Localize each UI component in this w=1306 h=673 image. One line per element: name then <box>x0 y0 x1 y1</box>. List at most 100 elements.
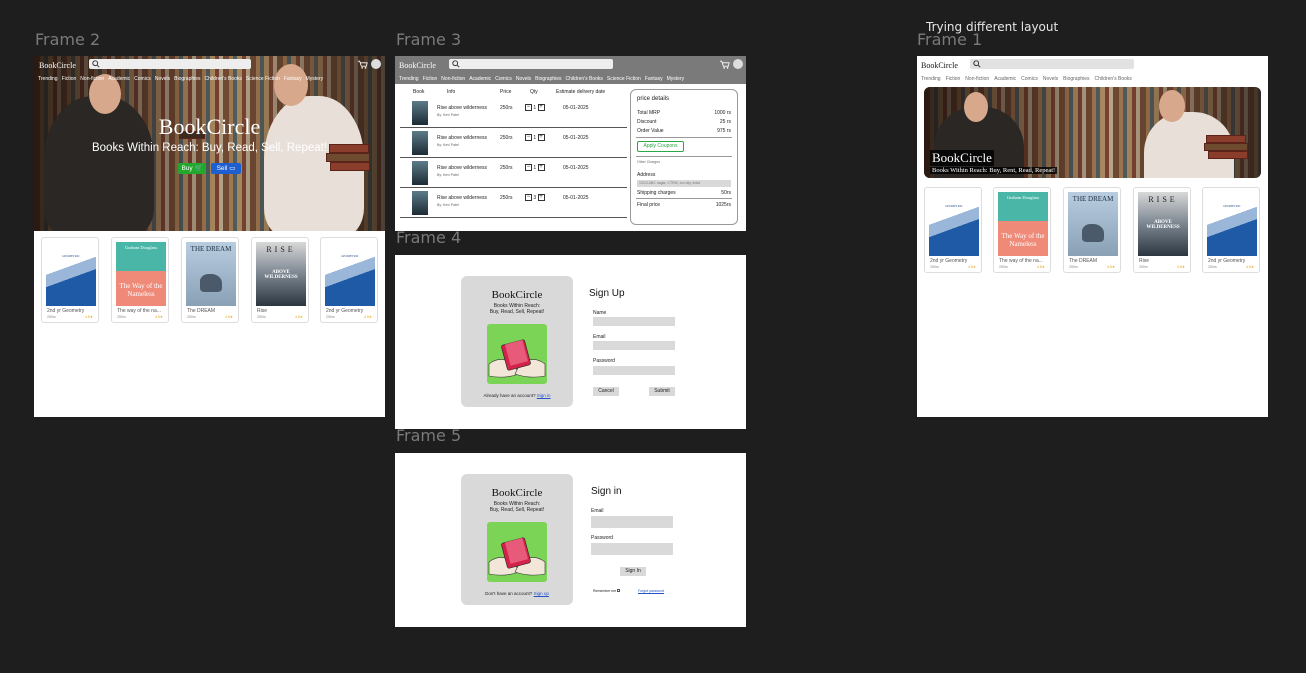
email-field[interactable] <box>593 341 675 350</box>
item-author: By: Kevi Patel <box>437 113 459 117</box>
book-price: 250rs <box>187 315 196 319</box>
qty-value: 1 <box>533 134 537 141</box>
sell-button[interactable]: Sell ▭ <box>211 163 241 174</box>
delivery-date: 05-01-2025 <box>563 105 589 111</box>
design-note: Trying different layout <box>926 20 1059 34</box>
category-link[interactable]: Children's Books <box>566 76 603 82</box>
cart-icon[interactable] <box>358 60 368 69</box>
minus-button[interactable]: − <box>525 164 532 171</box>
book-title: Rise <box>1139 258 1150 264</box>
cart-small-icon: 🛒 <box>194 165 203 172</box>
qty-stepper[interactable]: − 3 + <box>525 194 545 201</box>
avatar-icon[interactable] <box>733 59 743 69</box>
category-link[interactable]: Non-fiction <box>965 76 989 82</box>
book-card[interactable]: GEOMETRIC 2nd yr Geometry 250rs 4.5★ <box>41 237 99 323</box>
book-card[interactable]: Graham Douglass The Way of the Nameless Th… <box>111 237 169 323</box>
remember-me[interactable]: Remember me <box>593 589 621 593</box>
brand-logo: BookCircle <box>491 289 543 301</box>
category-link[interactable]: Biographies <box>1063 76 1089 82</box>
address-field[interactable]: 12/13 ABC nagar, CTRM, xxx city, india <box>637 180 731 187</box>
submit-button[interactable]: Submit <box>649 387 675 396</box>
search-input[interactable] <box>89 59 251 69</box>
category-link[interactable]: Biographies <box>535 76 561 82</box>
qty-stepper[interactable]: − 1 + <box>525 134 545 141</box>
plus-button[interactable]: + <box>537 134 545 141</box>
cart-icon[interactable] <box>720 60 730 69</box>
book-card[interactable]: THE DREAM The DREAM 250rs 4.5★ <box>181 237 239 323</box>
brand-logo[interactable]: BookCircle <box>399 61 436 70</box>
book-price: 250rs <box>257 315 266 319</box>
category-link[interactable]: Trending <box>38 76 58 82</box>
buy-button[interactable]: Buy 🛒 <box>178 163 206 174</box>
book-card[interactable]: RISE ABOVE WILDERNESS Rise 250rs 4.5★ <box>1133 187 1191 273</box>
tagline-line-2: Buy, Read, Sell, Repeat! <box>489 507 545 513</box>
signup-footer: Already have an account? Sign in <box>461 393 573 398</box>
category-link[interactable]: Non-fiction <box>441 76 465 82</box>
category-link[interactable]: Trending <box>921 76 941 82</box>
category-link[interactable]: Mystery <box>667 76 685 82</box>
minus-button[interactable]: − <box>525 194 532 201</box>
signin-link[interactable]: Sign in <box>537 393 551 398</box>
category-nav: Trending Fiction Non-fiction Academic Comics… <box>38 76 323 82</box>
brand-logo[interactable]: BookCircle <box>39 61 76 70</box>
category-link[interactable]: Mystery <box>306 76 324 82</box>
category-link[interactable]: Science Fiction <box>246 76 280 82</box>
brand-logo[interactable]: BookCircle <box>921 61 958 70</box>
plus-button[interactable]: + <box>537 194 545 201</box>
category-link[interactable]: Trending <box>399 76 419 82</box>
category-link[interactable]: Children's Books <box>1095 76 1132 82</box>
minus-button[interactable]: − <box>525 134 532 141</box>
category-link[interactable]: Fantasy <box>284 76 302 82</box>
email-field[interactable] <box>591 516 673 528</box>
plus-button[interactable]: + <box>537 104 545 111</box>
search-input[interactable] <box>970 59 1134 69</box>
minus-button[interactable]: − <box>525 104 532 111</box>
password-field[interactable] <box>591 543 673 555</box>
book-rating: 4.5★ <box>363 315 372 319</box>
qty-stepper[interactable]: − 1 + <box>525 164 545 171</box>
category-link[interactable]: Novels <box>1043 76 1058 82</box>
category-link[interactable]: Novels <box>516 76 531 82</box>
plus-button[interactable]: + <box>537 164 545 171</box>
avatar-icon[interactable] <box>371 59 381 69</box>
col-date: Estimate delivery date <box>556 89 606 95</box>
category-link[interactable]: Non-fiction <box>80 76 104 82</box>
signup-link[interactable]: Sign up <box>534 591 549 596</box>
category-link[interactable]: Science Fiction <box>607 76 641 82</box>
category-link[interactable]: Biographies <box>174 76 200 82</box>
category-link[interactable]: Fiction <box>423 76 438 82</box>
category-link[interactable]: Academic <box>469 76 491 82</box>
book-card[interactable]: GEOMETRIC 2nd yr Geometry 250rs 4.5★ <box>924 187 982 273</box>
category-link[interactable]: Novels <box>155 76 170 82</box>
forgot-password-link[interactable]: Forgot password <box>638 589 664 593</box>
category-link[interactable]: Comics <box>134 76 151 82</box>
signin-button[interactable]: Sign In <box>620 567 646 576</box>
cancel-button[interactable]: Cancel <box>593 387 619 396</box>
book-price: 250rs <box>1069 265 1078 269</box>
price-details-panel: price details Total MRP 1000 rs Discount… <box>630 89 738 225</box>
book-card[interactable]: RISE ABOVE WILDERNESS Rise 250rs 4.5★ <box>251 237 309 323</box>
book-title: 2nd yr Geometry <box>326 308 364 314</box>
search-input[interactable] <box>449 59 613 69</box>
qty-stepper[interactable]: − 1 + <box>525 104 545 111</box>
category-link[interactable]: Fiction <box>946 76 961 82</box>
category-link[interactable]: Academic <box>994 76 1016 82</box>
signin-footer: Don't have an account? Sign up <box>461 591 573 596</box>
name-field[interactable] <box>593 317 675 326</box>
col-info: Info <box>447 89 456 95</box>
remember-checkbox[interactable] <box>617 589 621 592</box>
category-link[interactable]: Comics <box>495 76 512 82</box>
password-field[interactable] <box>593 366 675 375</box>
book-card[interactable]: THE DREAM The DREAM 250rs 4.5★ <box>1063 187 1121 273</box>
category-link[interactable]: Academic <box>108 76 130 82</box>
password-label: Password <box>593 358 615 364</box>
category-link[interactable]: Fiction <box>62 76 77 82</box>
apply-coupons-button[interactable]: Apply Coupons <box>637 141 684 152</box>
book-card[interactable]: GEOMETRIC 2nd yr Geometry 250rs 4.5★ <box>320 237 378 323</box>
book-card[interactable]: Graham Douglass The Way of the Nameless Th… <box>993 187 1051 273</box>
signup-title: Sign Up <box>589 288 625 299</box>
category-link[interactable]: Fantasy <box>645 76 663 82</box>
category-link[interactable]: Children's Books <box>205 76 242 82</box>
book-card[interactable]: GEOMETRIC 2nd yr Geometry 250rs 4.5★ <box>1202 187 1260 273</box>
category-link[interactable]: Comics <box>1021 76 1038 82</box>
